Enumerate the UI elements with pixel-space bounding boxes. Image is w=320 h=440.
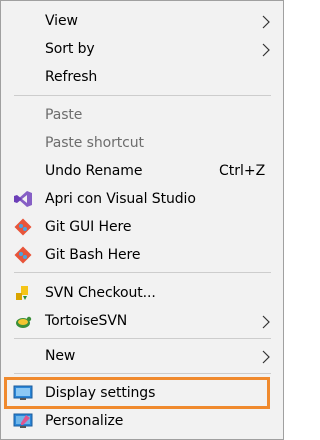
- menu-item-tortoisesvn[interactable]: TortoiseSVN: [2, 307, 282, 335]
- git-icon: [14, 218, 32, 236]
- chevron-right-icon: [262, 350, 270, 364]
- menu-item-label: Git Bash Here: [45, 247, 141, 263]
- menu-item-label: TortoiseSVN: [45, 313, 128, 329]
- menu-item-new[interactable]: New: [2, 342, 282, 370]
- menu-separator: [14, 272, 271, 273]
- svn-checkout-icon: [16, 286, 28, 300]
- personalize-icon: [13, 413, 33, 428]
- menu-item-git-bash-here[interactable]: Git Bash Here: [2, 241, 282, 269]
- menu-item-label: Refresh: [45, 69, 98, 85]
- menu-item-label: Apri con Visual Studio: [45, 191, 196, 207]
- menu-item-label: View: [45, 13, 78, 29]
- context-menu: View Sort by Refresh Paste Paste shortcu…: [0, 0, 284, 440]
- menu-item-paste: Paste: [2, 101, 282, 129]
- menu-item-undo-rename[interactable]: Undo Rename Ctrl+Z: [2, 157, 282, 185]
- highlight-outline: [4, 377, 270, 409]
- chevron-right-icon: [262, 43, 270, 57]
- menu-separator: [14, 95, 271, 96]
- menu-separator: [14, 338, 271, 339]
- shortcut-text: Ctrl+Z: [219, 163, 266, 179]
- menu-item-label: Undo Rename: [45, 163, 143, 179]
- chevron-right-icon: [262, 15, 270, 29]
- menu-item-label: SVN Checkout...: [45, 285, 156, 301]
- menu-item-paste-shortcut: Paste shortcut: [2, 129, 282, 157]
- menu-item-label: Personalize: [45, 413, 124, 429]
- tortoisesvn-icon: [16, 316, 32, 328]
- menu-item-sort-by[interactable]: Sort by: [2, 35, 282, 63]
- menu-item-label: Git GUI Here: [45, 219, 132, 235]
- menu-item-label: Paste: [45, 107, 83, 123]
- menu-item-open-visual-studio[interactable]: Apri con Visual Studio: [2, 185, 282, 213]
- menu-item-label: Sort by: [45, 41, 95, 57]
- menu-separator: [14, 373, 271, 374]
- menu-item-refresh[interactable]: Refresh: [2, 63, 282, 91]
- menu-item-svn-checkout[interactable]: SVN Checkout...: [2, 279, 282, 307]
- chevron-right-icon: [262, 315, 270, 329]
- git-icon: [14, 246, 32, 264]
- menu-item-label: Paste shortcut: [45, 135, 144, 151]
- visual-studio-icon: [14, 191, 32, 207]
- menu-item-label: New: [45, 348, 76, 364]
- menu-item-git-gui-here[interactable]: Git GUI Here: [2, 213, 282, 241]
- menu-item-view[interactable]: View: [2, 7, 282, 35]
- menu-item-personalize[interactable]: Personalize: [2, 407, 282, 435]
